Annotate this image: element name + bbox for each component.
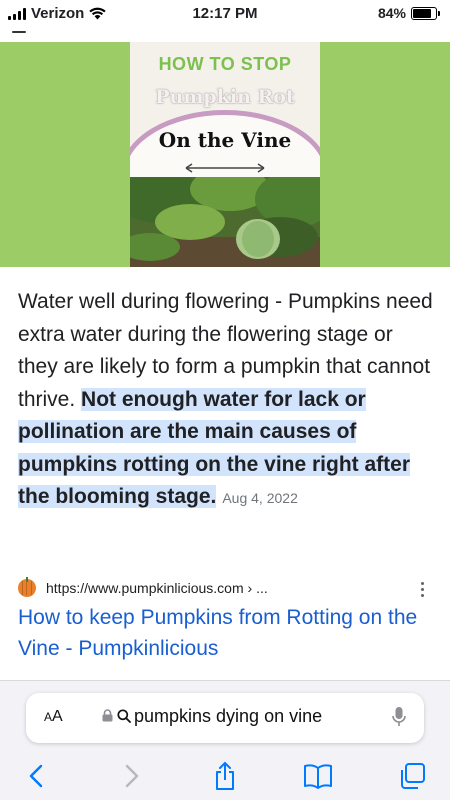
status-right: 84% (378, 5, 440, 21)
status-bar: Verizon 12:17 PM 84% (0, 0, 450, 30)
browser-bottom-bar: AA pumpkins dying on vine (0, 680, 450, 800)
forward-icon[interactable] (112, 759, 152, 793)
reader-aa-button[interactable]: AA (44, 708, 63, 726)
double-arrow-icon (185, 163, 265, 173)
mic-icon[interactable] (392, 706, 406, 728)
image-text-line2: Pumpkin Rot (155, 86, 295, 108)
featured-snippet-text: Water well during flowering - Pumpkins n… (18, 286, 436, 515)
result-source[interactable]: https://www.pumpkinlicious.com › ... (18, 577, 438, 599)
address-text[interactable]: pumpkins dying on vine (134, 706, 322, 727)
source-url[interactable]: https://www.pumpkinlicious.com › ... (46, 580, 268, 596)
pumpkin-vine-illustration (130, 177, 320, 267)
browser-toolbar (0, 759, 450, 795)
tabs-icon[interactable] (392, 759, 432, 793)
image-text-line1: HOW TO STOP (158, 54, 292, 74)
snippet-date: Aug 4, 2022 (222, 490, 298, 506)
back-icon[interactable] (16, 759, 56, 793)
menu-handle[interactable] (12, 31, 26, 33)
result-title-link[interactable]: How to keep Pumpkins from Rotting on the… (18, 602, 438, 664)
featured-image[interactable]: HOW TO STOP Pumpkin Rot On the Vine (130, 42, 320, 267)
bookmarks-icon[interactable] (298, 759, 338, 793)
featured-image-banner[interactable]: HOW TO STOP Pumpkin Rot On the Vine (0, 42, 450, 267)
search-icon (117, 709, 131, 723)
more-vert-icon[interactable] (412, 579, 432, 599)
address-bar[interactable]: AA pumpkins dying on vine (26, 693, 424, 743)
lock-icon (102, 709, 113, 722)
pumpkin-favicon-icon (18, 577, 36, 597)
image-text-line3: On the Vine (158, 128, 292, 152)
battery-icon (411, 6, 440, 20)
battery-percent: 84% (377, 5, 406, 21)
share-icon[interactable] (205, 759, 245, 793)
